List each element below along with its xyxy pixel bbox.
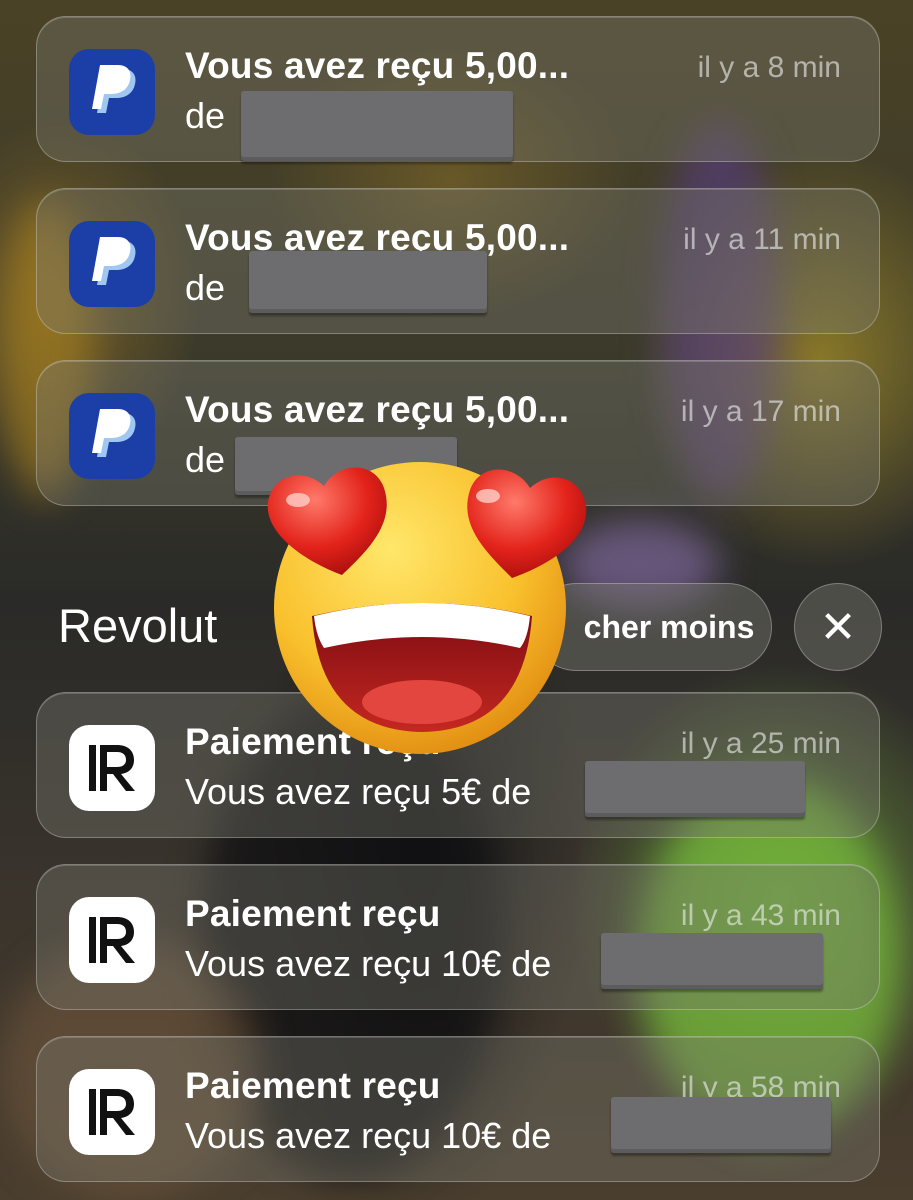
notification-body: de bbox=[185, 95, 226, 136]
notification-time: il y a 43 min bbox=[680, 899, 841, 932]
close-group-button[interactable]: ✕ bbox=[794, 583, 882, 671]
group-title: Revolut bbox=[58, 599, 218, 652]
notification-title: Paiement reçu bbox=[185, 893, 441, 934]
paypal-icon bbox=[69, 49, 155, 135]
notification-time: il y a 11 min bbox=[683, 223, 841, 256]
notification-body: Vous avez reçu 10€ de bbox=[185, 1115, 552, 1156]
redaction-box bbox=[611, 1097, 831, 1153]
notification-title: Vous avez reçu 5,00... bbox=[185, 45, 570, 86]
revolut-icon bbox=[69, 1069, 155, 1155]
notification-body: de bbox=[185, 267, 226, 308]
notification-body: Vous avez reçu 5€ de bbox=[185, 771, 532, 812]
heart-eyes-emoji-sticker bbox=[267, 462, 587, 754]
close-icon: ✕ bbox=[819, 602, 857, 652]
revolut-icon bbox=[69, 725, 155, 811]
revolut-icon bbox=[69, 897, 155, 983]
redaction-box bbox=[585, 761, 805, 817]
paypal-icon bbox=[69, 221, 155, 307]
redaction-box bbox=[601, 933, 823, 989]
notification-time: il y a 25 min bbox=[680, 727, 841, 760]
notification-title: Vous avez reçu 5,00... bbox=[185, 389, 570, 430]
paypal-icon bbox=[69, 393, 155, 479]
redaction-box bbox=[249, 251, 487, 313]
revolut-notification[interactable]: Paiement reçu il y a 43 min Vous avez re… bbox=[36, 864, 880, 1010]
notification-time: il y a 8 min bbox=[697, 51, 841, 84]
notification-body: de bbox=[185, 439, 226, 480]
paypal-notification[interactable]: Vous avez reçu 5,00... il y a 11 min de bbox=[36, 188, 880, 334]
notification-body: Vous avez reçu 10€ de bbox=[185, 943, 552, 984]
notification-time: il y a 17 min bbox=[680, 395, 841, 428]
paypal-notification[interactable]: Vous avez reçu 5,00... il y a 8 min de bbox=[36, 16, 880, 162]
redaction-box bbox=[241, 91, 513, 161]
revolut-notification[interactable]: Paiement reçu il y a 58 min Vous avez re… bbox=[36, 1036, 880, 1182]
notification-title: Paiement reçu bbox=[185, 1065, 441, 1106]
